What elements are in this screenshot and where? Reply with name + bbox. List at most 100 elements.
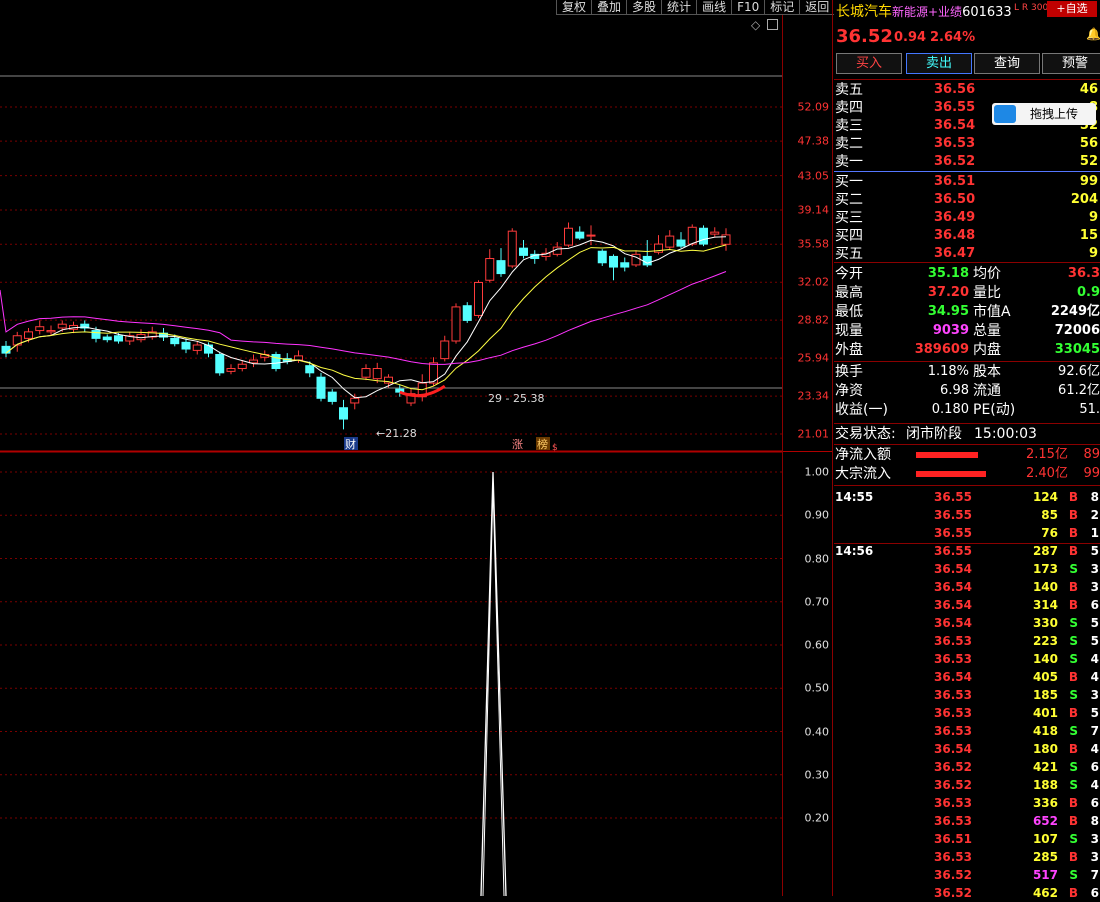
tick-row[interactable]: 36.53 140 S 4 bbox=[834, 650, 1100, 668]
upload-button[interactable]: 拖拽上传 bbox=[992, 103, 1096, 125]
level-label: 买三 bbox=[835, 210, 863, 226]
kline-chart[interactable]: 29 - 25.38 ←21.28 财 涨 榜 $ bbox=[0, 15, 782, 896]
tick-row[interactable]: 36.54 140 B 3 bbox=[834, 578, 1100, 596]
sell-button[interactable]: 卖出 bbox=[906, 53, 972, 74]
tick-row[interactable]: 36.52 421 S 6 bbox=[834, 758, 1100, 776]
stat-row: 外盘 389609 内盘 33045 bbox=[834, 341, 1100, 359]
buy-level[interactable]: 买二 36.50 204 bbox=[834, 191, 1100, 209]
tick-row[interactable]: 14:55 36.55 124 B 8 bbox=[834, 488, 1100, 506]
buy-level[interactable]: 买四 36.48 15 bbox=[834, 227, 1100, 245]
tick-row[interactable]: 36.53 285 B 3 bbox=[834, 848, 1100, 866]
tick-count: 3 bbox=[1090, 562, 1099, 576]
tick-row[interactable]: 36.51 107 S 3 bbox=[834, 830, 1100, 848]
stat-value: 35.18 bbox=[927, 266, 969, 281]
diamond-icon[interactable]: ◇ bbox=[751, 18, 760, 32]
candle-body bbox=[237, 363, 247, 370]
stat-value: 6.98 bbox=[940, 383, 969, 398]
tick-volume: 173 bbox=[1032, 562, 1058, 576]
tick-row[interactable]: 36.52 517 S 7 bbox=[834, 866, 1100, 884]
tick-row[interactable]: 36.55 76 B 1 bbox=[834, 524, 1100, 544]
buy-level[interactable]: 买五 36.47 9 bbox=[834, 245, 1100, 263]
add-favorite-button[interactable]: +自选 bbox=[1047, 1, 1097, 17]
level-price: 36.51 bbox=[934, 174, 976, 189]
level-label: 卖三 bbox=[835, 118, 863, 134]
tick-row[interactable]: 36.54 405 B 4 bbox=[834, 668, 1100, 686]
tick-row[interactable]: 36.55 85 B 2 bbox=[834, 506, 1100, 524]
tick-side: S bbox=[1069, 868, 1078, 882]
window-toggle-icon[interactable] bbox=[767, 19, 778, 30]
sell-level[interactable]: 卖一 36.52 52 bbox=[834, 153, 1100, 171]
tick-row[interactable]: 36.53 185 S 3 bbox=[834, 686, 1100, 704]
sell-level[interactable]: 卖五 36.56 46 bbox=[834, 81, 1100, 99]
candle-body bbox=[440, 340, 450, 360]
level-price: 36.54 bbox=[934, 118, 976, 133]
indicator-line-inner bbox=[482, 485, 505, 896]
query-button[interactable]: 查询 bbox=[974, 53, 1040, 74]
candle-body bbox=[35, 326, 45, 332]
tick-row[interactable]: 36.54 314 B 6 bbox=[834, 596, 1100, 614]
tick-volume: 76 bbox=[1041, 526, 1058, 540]
candle-body bbox=[57, 323, 67, 329]
alert-button[interactable]: 预警 bbox=[1042, 53, 1100, 74]
buy-level[interactable]: 买一 36.51 99 bbox=[834, 173, 1100, 191]
sell-level[interactable]: 卖二 36.53 56 bbox=[834, 135, 1100, 153]
tick-row[interactable]: 14:56 36.55 287 B 5 bbox=[834, 542, 1100, 560]
tick-count: 6 bbox=[1090, 760, 1099, 774]
level-volume: 46 bbox=[1079, 82, 1098, 97]
tick-row[interactable]: 36.53 223 S 5 bbox=[834, 632, 1100, 650]
tick-row[interactable]: 36.53 401 B 5 bbox=[834, 704, 1100, 722]
tick-row[interactable]: 36.53 652 B 8 bbox=[834, 812, 1100, 830]
toolbar-button[interactable]: 叠加 bbox=[591, 0, 627, 15]
candle-body bbox=[474, 281, 483, 316]
candle-body bbox=[721, 234, 731, 245]
price-axis-label: 43.05 bbox=[797, 169, 830, 183]
tick-row[interactable]: 36.53 336 B 6 bbox=[834, 794, 1100, 812]
trade-status-value: 闭市阶段 bbox=[906, 426, 962, 442]
candle-body bbox=[170, 337, 180, 345]
price-axis-label: 25.94 bbox=[797, 351, 830, 365]
toolbar-button[interactable]: 多股 bbox=[626, 0, 662, 15]
level-price: 36.56 bbox=[934, 82, 976, 97]
tick-side: B bbox=[1068, 490, 1078, 504]
toolbar-button[interactable]: 返回 bbox=[799, 0, 835, 15]
candle-body bbox=[586, 234, 596, 237]
tick-count: 1 bbox=[1090, 526, 1099, 540]
tick-price: 36.53 bbox=[934, 634, 972, 648]
toolbar-button[interactable]: 统计 bbox=[661, 0, 697, 15]
tick-side: S bbox=[1069, 616, 1078, 630]
candle-body bbox=[519, 247, 528, 256]
toolbar-button[interactable]: F10 bbox=[731, 0, 765, 15]
tick-count: 3 bbox=[1090, 832, 1099, 846]
divider bbox=[834, 485, 1100, 486]
level-label: 卖一 bbox=[835, 154, 863, 170]
stat-row: 净资 6.98 流通 61.2亿 bbox=[834, 382, 1100, 400]
tick-count: 3 bbox=[1090, 580, 1099, 594]
tick-row[interactable]: 36.53 418 S 7 bbox=[834, 722, 1100, 740]
stat-value: 1.18% bbox=[927, 364, 969, 379]
toolbar-button[interactable]: 复权 bbox=[556, 0, 592, 15]
stock-title[interactable]: 长城汽车新能源+业绩601633 bbox=[836, 1, 1012, 21]
tick-count: 3 bbox=[1090, 850, 1099, 864]
tick-time: 14:55 bbox=[835, 490, 874, 504]
candle-body bbox=[665, 235, 675, 248]
buy-button[interactable]: 买入 bbox=[836, 53, 902, 74]
tick-volume: 336 bbox=[1032, 796, 1058, 810]
quote-panel: 长城汽车新能源+业绩601633 L R 300 +自选 🔔 36.52 0.9… bbox=[834, 0, 1100, 900]
stat-value: 2249亿 bbox=[1050, 304, 1100, 319]
rise-marker-label: 涨 bbox=[512, 438, 523, 451]
stat-row: 最高 37.20 量比 0.9 bbox=[834, 284, 1100, 302]
tick-row[interactable]: 36.54 173 S 3 bbox=[834, 560, 1100, 578]
tick-volume: 185 bbox=[1032, 688, 1058, 702]
toolbar-button[interactable]: 画线 bbox=[696, 0, 732, 15]
stat-value: 33045 bbox=[1054, 342, 1100, 357]
bell-icon[interactable]: 🔔 bbox=[1086, 27, 1100, 41]
stat-label: 换手 bbox=[835, 364, 863, 380]
tick-row[interactable]: 36.52 462 B 6 bbox=[834, 884, 1100, 902]
toolbar-button[interactable]: 标记 bbox=[764, 0, 800, 15]
tick-row[interactable]: 36.54 330 S 5 bbox=[834, 614, 1100, 632]
indicator-axis-label: 0.60 bbox=[804, 638, 830, 652]
candle-body bbox=[294, 355, 303, 361]
tick-row[interactable]: 36.54 180 B 4 bbox=[834, 740, 1100, 758]
buy-level[interactable]: 买三 36.49 9 bbox=[834, 209, 1100, 227]
tick-row[interactable]: 36.52 188 S 4 bbox=[834, 776, 1100, 794]
